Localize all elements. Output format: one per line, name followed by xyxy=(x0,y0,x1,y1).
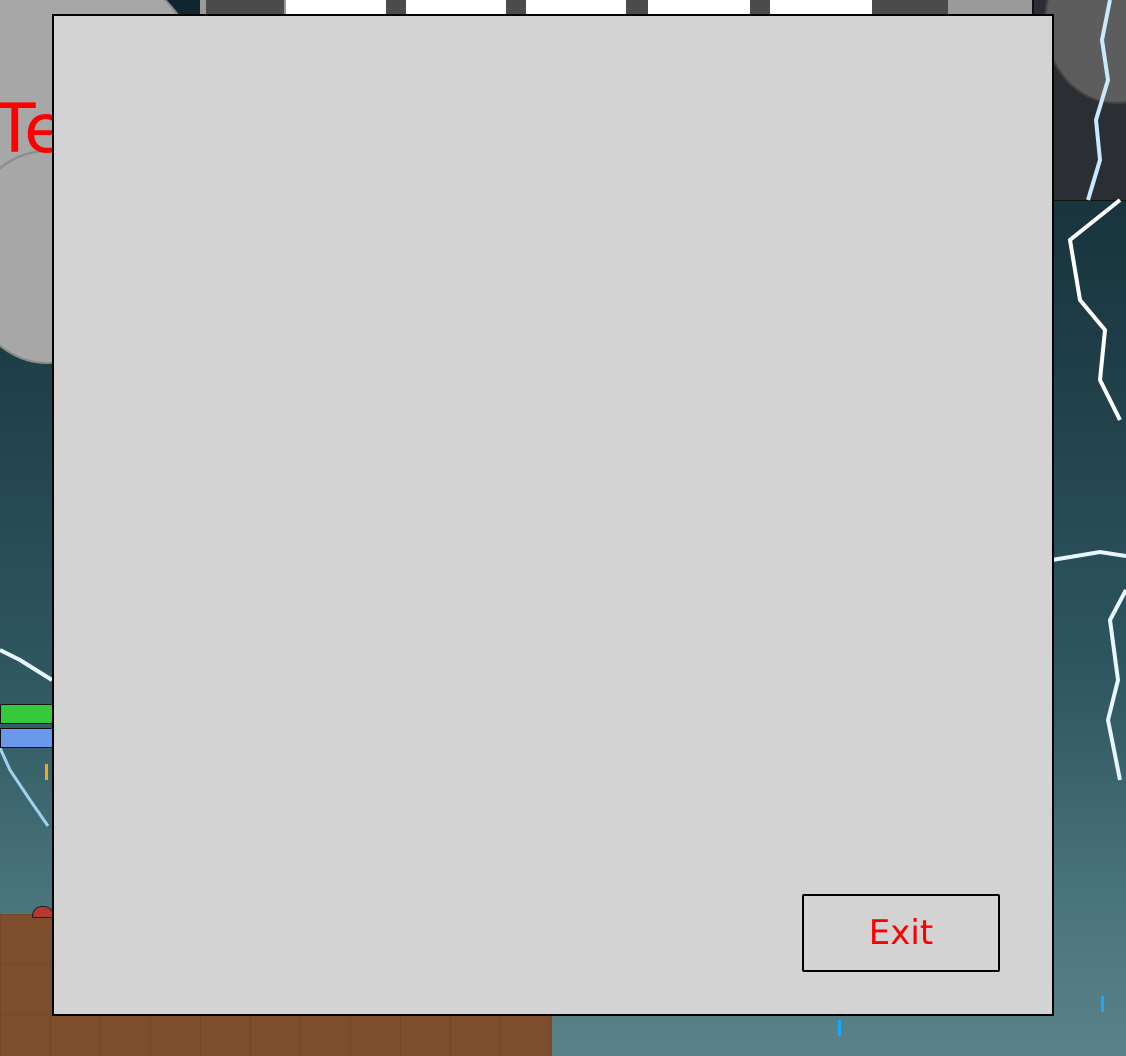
projectile-marker xyxy=(1101,996,1104,1012)
mana-bar xyxy=(0,728,58,748)
player-hat xyxy=(32,906,54,918)
lightning-bolt xyxy=(1086,0,1112,201)
menu-dialog: Exit xyxy=(52,14,1054,1016)
lightning-bolt xyxy=(0,648,54,682)
lightning-bolt xyxy=(1067,198,1122,421)
lightning-bolt xyxy=(1051,549,1126,562)
health-bar xyxy=(0,704,58,724)
lightning-bolt xyxy=(1105,589,1126,781)
exit-button[interactable]: Exit xyxy=(802,894,1000,972)
projectile-marker xyxy=(45,764,48,780)
lightning-bolt xyxy=(0,747,50,827)
projectile-marker xyxy=(838,1020,841,1036)
